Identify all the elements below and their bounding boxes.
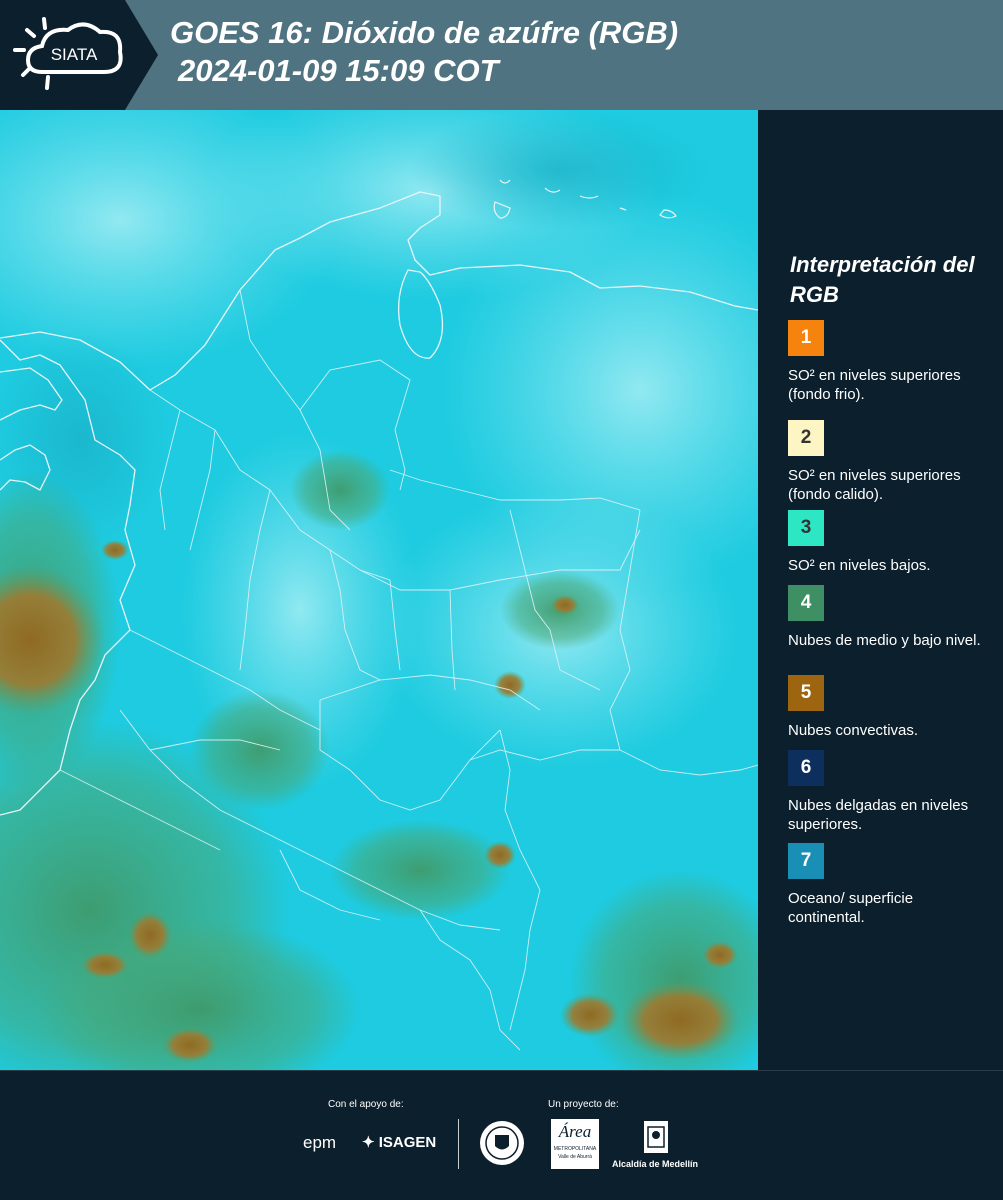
- alcaldia-crest-icon[interactable]: [642, 1119, 670, 1160]
- project-label: Un proyecto de:: [548, 1099, 619, 1110]
- title-line-1: GOES 16: Dióxido de azúfre (RGB): [170, 15, 679, 50]
- isagen-mark-icon: ✦: [362, 1134, 375, 1151]
- medellin-seal-logo[interactable]: [478, 1119, 526, 1172]
- footer-divider: [458, 1119, 459, 1169]
- legend-text-2: SO² en niveles superiores (fondo calido)…: [788, 467, 961, 503]
- satellite-map[interactable]: [0, 110, 758, 1070]
- legend-item-2: 2 SO² en niveles superiores (fondo calido…: [788, 420, 993, 504]
- legend-text-3: SO² en niveles bajos.: [788, 557, 931, 574]
- area-logo-sub: METROPOLITANA: [553, 1146, 597, 1152]
- area-logo-text: Área: [558, 1122, 592, 1141]
- legend-item-6: 6 Nubes delgadas en niveles superiores.: [788, 750, 993, 834]
- legend-text-7: Oceano/ superficie continental.: [788, 890, 914, 926]
- area-logo-sub2: Valle de Aburrá: [558, 1154, 592, 1160]
- header: SIATA GOES 16: Dióxido de azúfre (RGB) 2…: [0, 0, 1003, 110]
- epm-logo[interactable]: epm: [303, 1133, 336, 1153]
- siata-logo[interactable]: SIATA: [0, 0, 160, 110]
- legend-item-3: 3 SO² en niveles bajos.: [788, 510, 993, 575]
- legend-swatch-1: 1: [788, 320, 824, 356]
- legend-swatch-5: 5: [788, 675, 824, 711]
- area-metropolitana-logo[interactable]: Área METROPOLITANA Valle de Aburrá: [551, 1119, 599, 1169]
- legend-title: Interpretación del RGB: [790, 252, 975, 307]
- legend-panel: Interpretación del RGB 1 SO² en niveles s…: [758, 110, 1003, 1070]
- legend-text-6: Nubes delgadas en niveles superiores.: [788, 797, 969, 833]
- legend-swatch-3: 3: [788, 510, 824, 546]
- legend-item-4: 4 Nubes de medio y bajo nivel.: [788, 585, 993, 650]
- legend-item-7: 7 Oceano/ superficie continental.: [788, 843, 993, 927]
- siata-logo-text: SIATA: [51, 45, 98, 64]
- legend-text-1: SO² en niveles superiores (fondo frio).: [788, 367, 961, 403]
- isagen-logo-text: ISAGEN: [378, 1134, 437, 1151]
- page-title: GOES 16: Dióxido de azúfre (RGB) 2024-01…: [170, 14, 678, 90]
- legend-item-1: 1 SO² en niveles superiores (fondo frio).: [788, 320, 993, 404]
- legend-swatch-6: 6: [788, 750, 824, 786]
- footer: Con el apoyo de: Un proyecto de: epm ✦ I…: [0, 1070, 1003, 1200]
- isagen-logo[interactable]: ✦ ISAGEN: [362, 1133, 436, 1151]
- legend-swatch-4: 4: [788, 585, 824, 621]
- legend-text-5: Nubes convectivas.: [788, 722, 919, 739]
- legend-swatch-2: 2: [788, 420, 824, 456]
- alcaldia-text: Alcaldía de Medellín: [612, 1159, 699, 1169]
- legend-swatch-7: 7: [788, 843, 824, 879]
- support-label: Con el apoyo de:: [328, 1099, 404, 1110]
- title-line-2: 2024-01-09 15:09 COT: [178, 53, 499, 88]
- legend-text-4: Nubes de medio y bajo nivel.: [788, 632, 981, 649]
- legend-item-5: 5 Nubes convectivas.: [788, 675, 993, 740]
